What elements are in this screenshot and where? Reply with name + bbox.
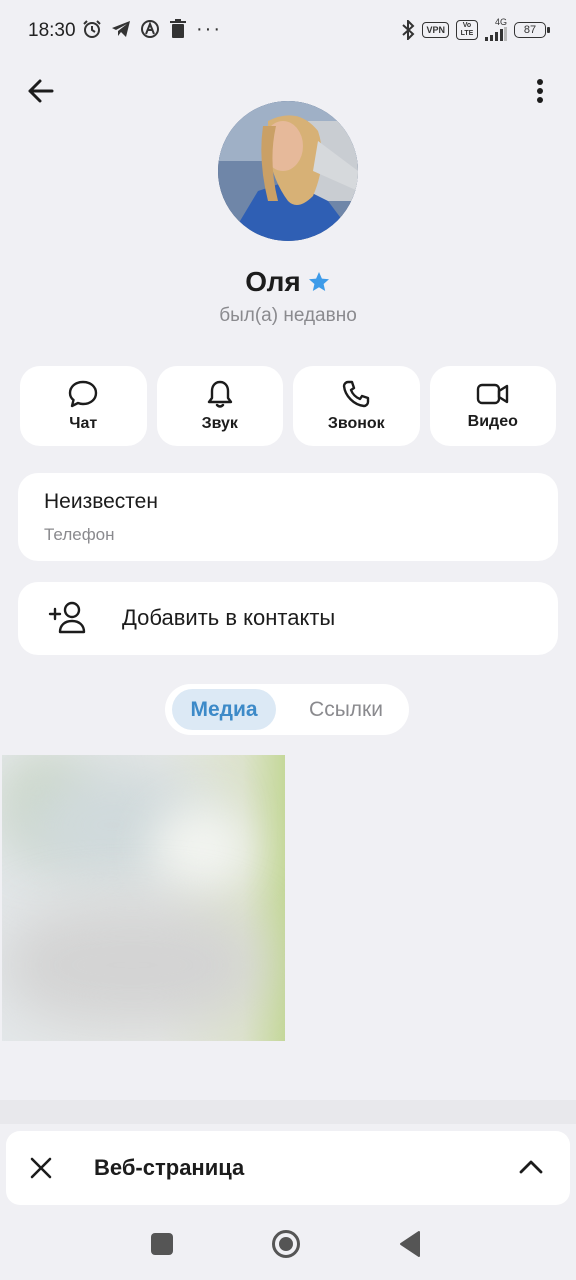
more-notifications: ···	[196, 18, 222, 40]
signal-bars-icon	[485, 27, 507, 41]
chat-button-label: Чат	[69, 415, 98, 432]
phone-label: Телефон	[44, 525, 115, 544]
phone-value: Неизвестен	[44, 490, 158, 513]
chat-button[interactable]: Чат	[20, 366, 147, 446]
call-button-label: Звонок	[327, 415, 385, 432]
video-camera-icon	[476, 383, 508, 405]
phone-icon	[343, 380, 370, 408]
tab-media[interactable]: Медиа	[172, 689, 276, 730]
network-type: 4G	[494, 17, 507, 27]
home-button[interactable]	[271, 1229, 301, 1259]
app-a-icon	[141, 20, 159, 38]
recent-apps-button[interactable]	[151, 1233, 173, 1255]
add-to-contacts-button[interactable]: Добавить в контакты	[18, 582, 558, 655]
bell-icon	[207, 380, 232, 408]
action-buttons: Чат Звук Звонок Видео	[20, 366, 556, 446]
volte-badge: Vo LTE	[456, 19, 478, 40]
add-to-contacts-label: Добавить в контакты	[122, 605, 336, 630]
status-bar: 18:30 ··· VPN Vo LTE 4G 87	[0, 0, 576, 60]
chevron-up-icon[interactable]	[518, 1157, 544, 1177]
video-button[interactable]: Видео	[429, 366, 556, 446]
tab-links[interactable]: Ссылки	[294, 689, 398, 730]
web-page-title: Веб-страница	[94, 1155, 245, 1180]
telegram-icon	[112, 21, 130, 37]
bluetooth-icon	[402, 19, 415, 40]
profile-name-row: Оля	[0, 266, 576, 298]
profile-avatar[interactable]	[218, 101, 358, 241]
sound-button[interactable]: Звук	[156, 366, 283, 446]
sound-button-label: Звук	[201, 415, 238, 432]
content-divider	[0, 1100, 576, 1124]
last-seen-status: был(а) недавно	[219, 305, 357, 326]
web-page-bar[interactable]: Веб-страница	[6, 1131, 570, 1205]
alarm-icon	[83, 20, 101, 38]
chat-bubble-icon	[69, 380, 98, 408]
phone-info-card[interactable]: Неизвестен Телефон	[18, 473, 558, 561]
premium-star-icon[interactable]	[307, 270, 331, 294]
more-vertical-icon[interactable]	[528, 76, 552, 106]
close-icon[interactable]	[28, 1155, 54, 1181]
nav-back-icon[interactable]	[398, 1230, 422, 1258]
call-button[interactable]: Звонок	[293, 366, 420, 446]
video-button-label: Видео	[467, 413, 518, 430]
back-arrow-icon[interactable]	[24, 74, 58, 108]
add-user-icon	[48, 601, 86, 634]
status-time: 18:30	[28, 20, 76, 41]
avatar-photo	[218, 101, 358, 241]
notification-icons	[82, 19, 187, 39]
vpn-badge: VPN	[422, 21, 449, 38]
profile-name: Оля	[245, 266, 301, 297]
trash-icon	[170, 19, 186, 38]
media-thumbnail[interactable]	[2, 755, 285, 1041]
signal-icon: 4G	[485, 18, 507, 41]
system-icons: VPN Vo LTE 4G 87	[401, 18, 550, 41]
media-tabs: Медиа Ссылки	[165, 684, 409, 735]
battery-indicator: 87	[514, 21, 550, 38]
